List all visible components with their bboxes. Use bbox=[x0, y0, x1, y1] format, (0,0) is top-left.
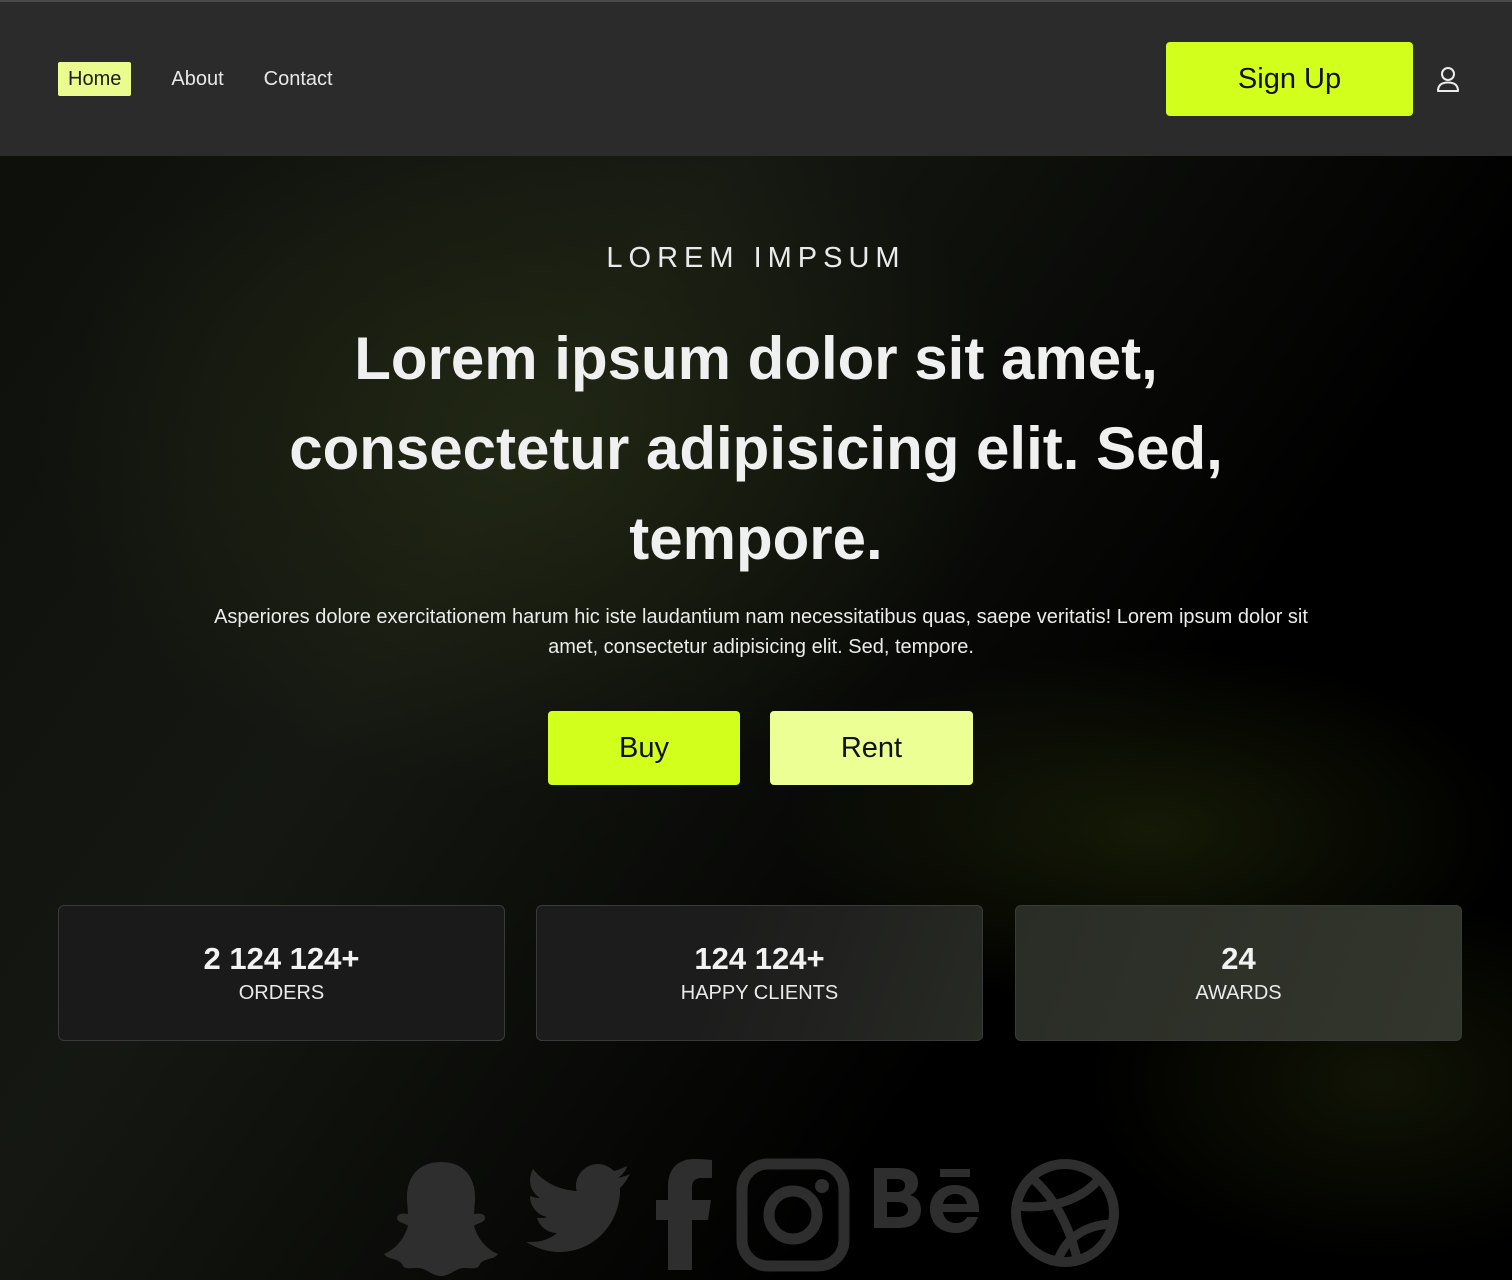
stat-label: ORDERS bbox=[238, 982, 325, 1004]
nav-contact-link[interactable]: Contact bbox=[264, 62, 333, 96]
facebook-icon[interactable] bbox=[656, 1158, 712, 1270]
stat-label: AWARDS bbox=[1195, 982, 1282, 1004]
rent-button[interactable]: Rent bbox=[770, 711, 973, 785]
behance-icon[interactable] bbox=[874, 1158, 986, 1240]
dribbble-icon[interactable] bbox=[1010, 1158, 1120, 1268]
twitter-icon[interactable] bbox=[526, 1158, 632, 1254]
page: Home About Contact Sign Up LOREM IMPSUM … bbox=[0, 0, 1512, 1280]
user-icon[interactable] bbox=[1436, 66, 1460, 94]
social-links bbox=[380, 1158, 1144, 1278]
stat-value: 2 124 124+ bbox=[203, 941, 360, 976]
instagram-icon[interactable] bbox=[736, 1158, 850, 1272]
nav-links: Home About Contact bbox=[58, 62, 373, 96]
buy-button[interactable]: Buy bbox=[548, 711, 740, 785]
nav-about-link[interactable]: About bbox=[171, 62, 223, 96]
stat-card-awards: 24 AWARDS bbox=[1015, 905, 1462, 1041]
navbar: Home About Contact Sign Up bbox=[0, 2, 1512, 156]
hero-eyebrow: LOREM IMPSUM bbox=[606, 242, 906, 274]
stat-card-orders: 2 124 124+ ORDERS bbox=[58, 905, 505, 1041]
stat-value: 24 bbox=[1221, 941, 1256, 976]
snapchat-icon[interactable] bbox=[380, 1158, 502, 1278]
stat-card-happy-clients: 124 124+ HAPPY CLIENTS bbox=[536, 905, 983, 1041]
hero-subtext: Asperiores dolore exercitationem harum h… bbox=[214, 606, 1308, 658]
signup-button[interactable]: Sign Up bbox=[1166, 42, 1413, 116]
nav-home-link[interactable]: Home bbox=[58, 62, 132, 96]
stat-label: HAPPY CLIENTS bbox=[680, 982, 839, 1004]
stat-value: 124 124+ bbox=[694, 941, 825, 976]
hero-headline: Lorem ipsum dolor sit amet, consectetur … bbox=[289, 325, 1223, 572]
